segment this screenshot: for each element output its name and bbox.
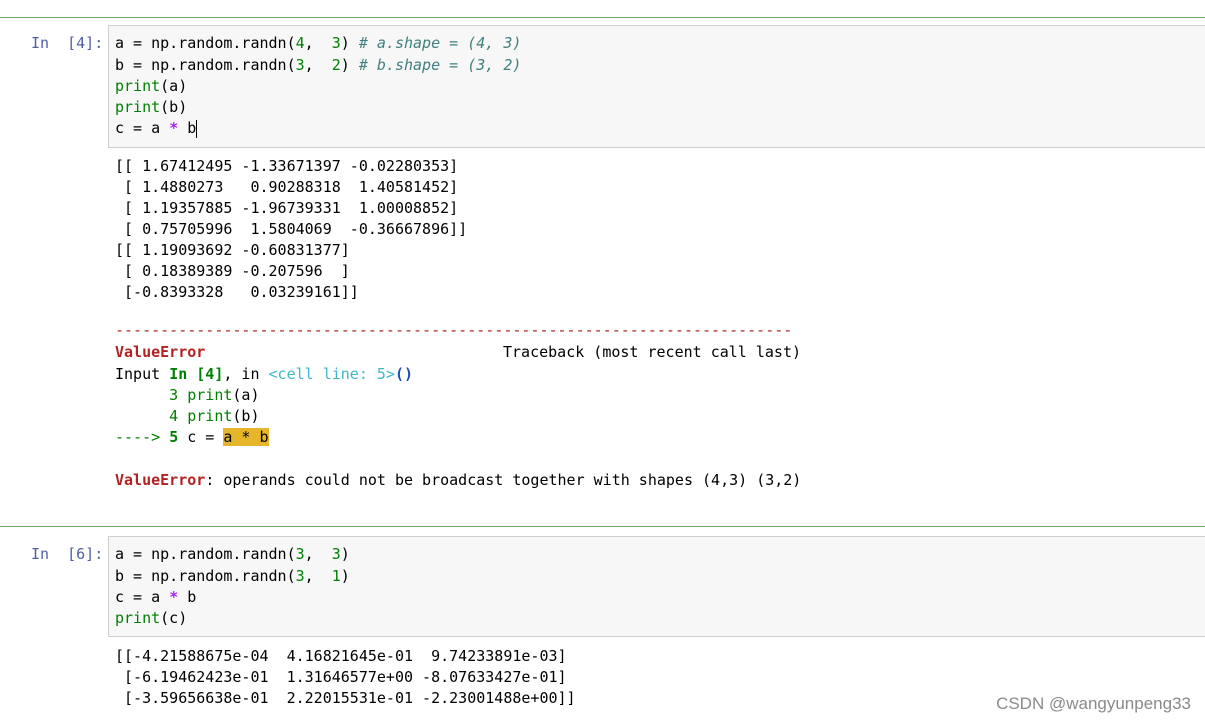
- traceback-line-4: 4 print(b): [115, 407, 260, 425]
- traceback-input-line: Input In [4], in <cell line: 5>(): [115, 365, 414, 383]
- output-line: [-3.59656638e-01 2.22015531e-01 -2.23001…: [115, 689, 576, 707]
- output-line: [ 0.75705996 1.5804069 -0.36667896]]: [115, 220, 468, 238]
- traceback-line-5: ----> 5 c = a * b: [115, 428, 269, 446]
- traceback-error-message: ValueError: operands could not be broadc…: [115, 471, 802, 489]
- output-line: [ 1.19357885 -1.96739331 1.00008852]: [115, 199, 459, 217]
- output-line: [-6.19462423e-01 1.31646577e+00 -8.07633…: [115, 668, 567, 686]
- cell-1-code-line-3[interactable]: print(a): [115, 76, 187, 97]
- output-line: [-0.8393328 0.03239161]]: [115, 283, 359, 301]
- cell-1-prompt: In [4]:: [31, 34, 104, 52]
- traceback-divider: ----------------------------------------…: [115, 321, 793, 339]
- traceback-header: ValueError: [115, 343, 206, 361]
- csdn-watermark: CSDN @wangyunpeng33: [996, 694, 1191, 713]
- output-line: [[ 1.19093692 -0.60831377]: [115, 241, 350, 259]
- cell-1-code-line-4[interactable]: print(b): [115, 97, 187, 118]
- traceback-header-right: Traceback (most recent call last): [503, 343, 802, 361]
- cell-2-code-line-1[interactable]: a = np.random.randn(3, 3): [115, 544, 350, 565]
- output-line: [ 1.4880273 0.90288318 1.40581452]: [115, 178, 459, 196]
- cell-2-code-line-2[interactable]: b = np.random.randn(3, 1): [115, 566, 350, 587]
- cell-2-code-line-4[interactable]: print(c): [115, 608, 187, 629]
- cell-separator-middle: [0, 526, 1205, 527]
- cell-1-code-line-5[interactable]: c = a * b: [115, 118, 198, 139]
- cell-1-code-line-1[interactable]: a = np.random.randn(4, 3) # a.shape = (4…: [115, 33, 521, 54]
- output-line: [[-4.21588675e-04 4.16821645e-01 9.74233…: [115, 647, 567, 665]
- traceback-line-3: 3 print(a): [115, 386, 260, 404]
- text-cursor: [196, 119, 198, 138]
- cell-1-code-line-2[interactable]: b = np.random.randn(3, 2) # b.shape = (3…: [115, 55, 521, 76]
- output-line: [[ 1.67412495 -1.33671397 -0.02280353]: [115, 157, 459, 175]
- cell-separator-top: [0, 17, 1205, 18]
- cell-2-code-line-3[interactable]: c = a * b: [115, 587, 196, 608]
- cell-2-prompt: In [6]:: [31, 545, 104, 563]
- output-line: [ 0.18389389 -0.207596 ]: [115, 262, 350, 280]
